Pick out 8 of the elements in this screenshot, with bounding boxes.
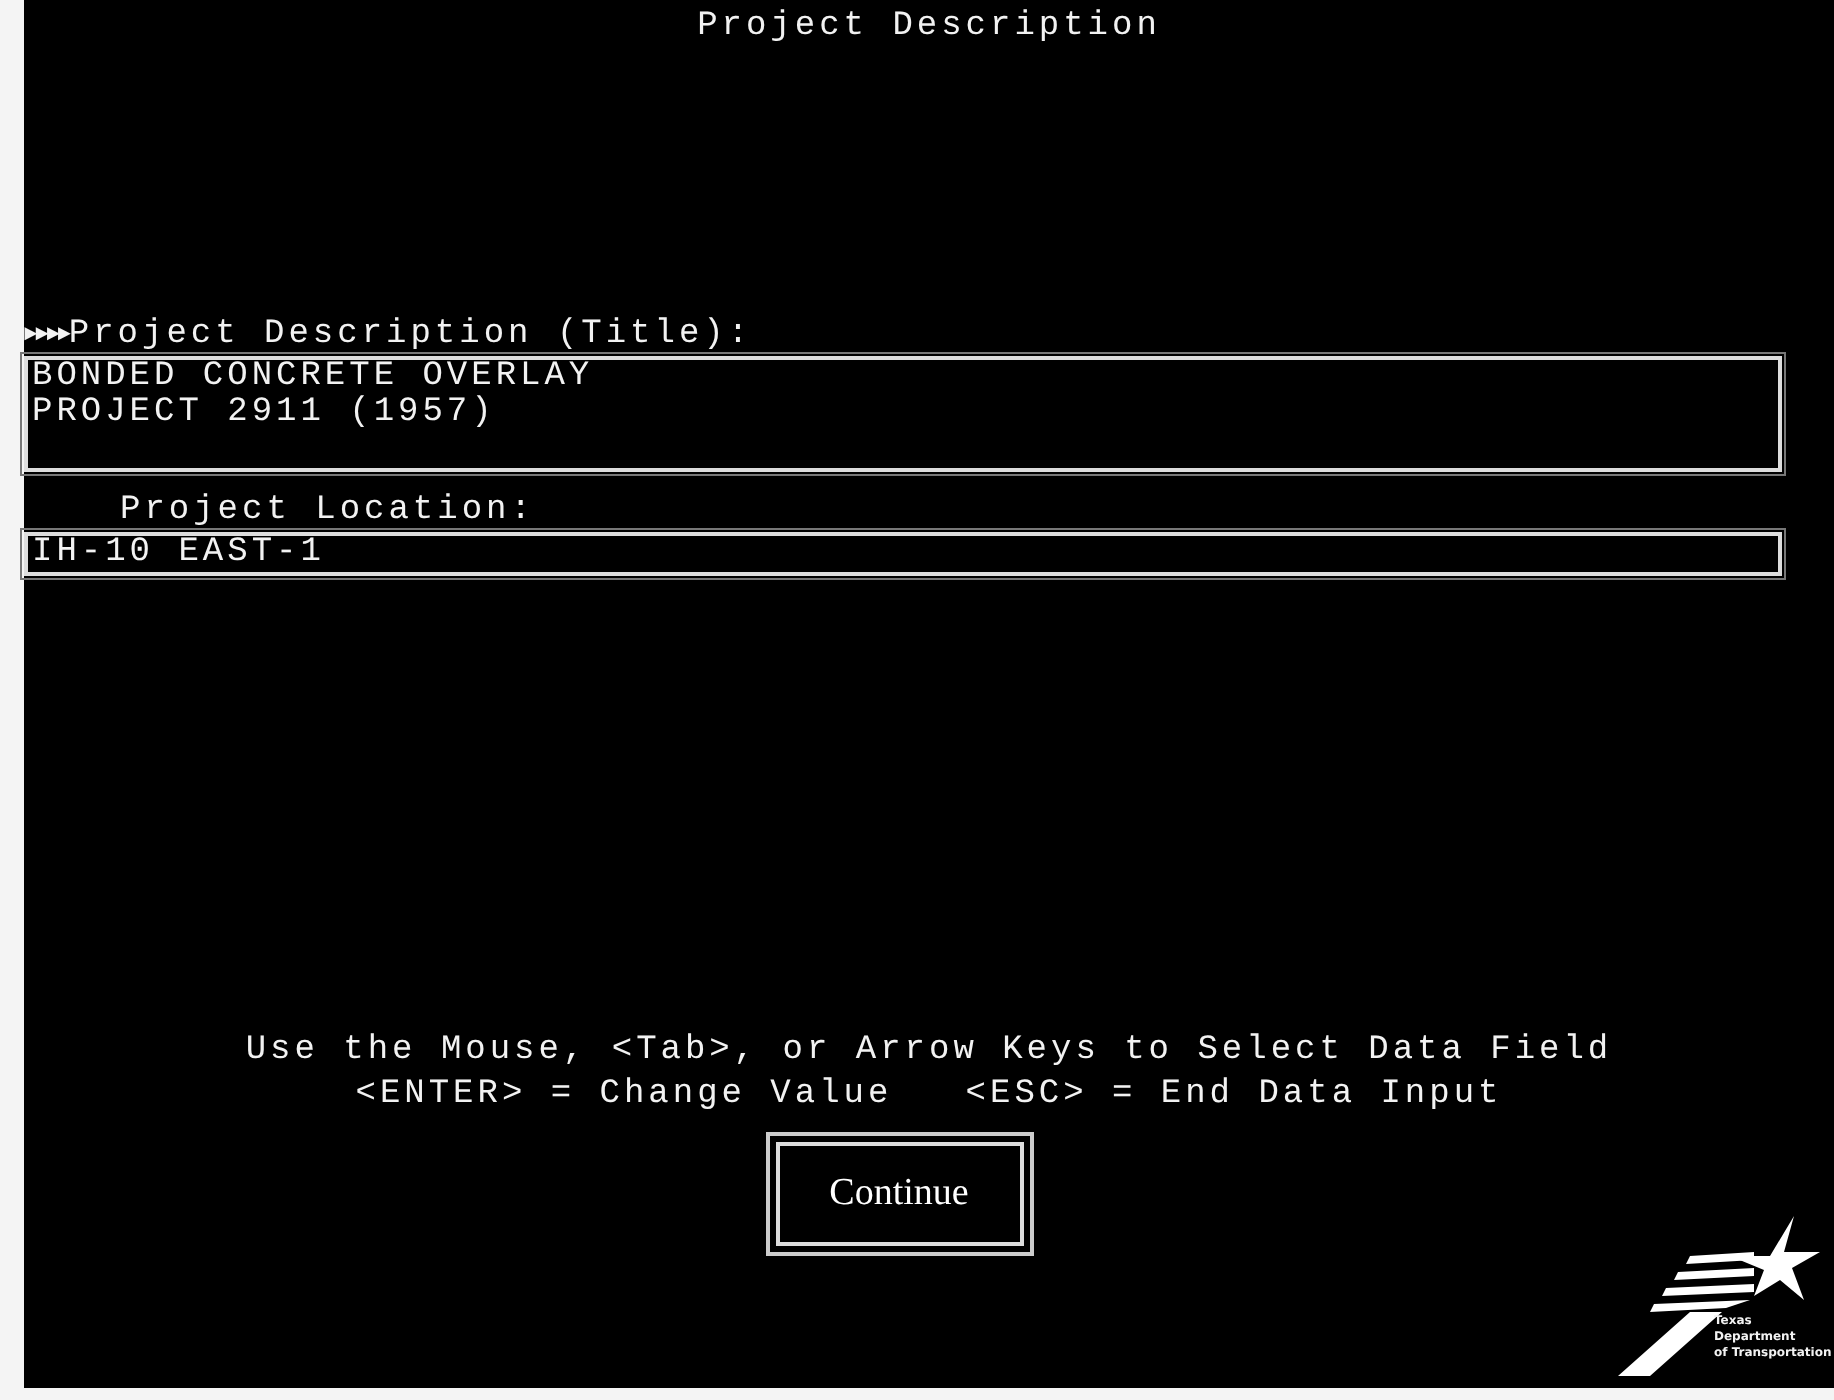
input-field[interactable]: IH-10 EAST-1: [24, 532, 1782, 576]
instruction-text: <ENTER> = Change Value <ESC> = End Data Input: [355, 1076, 1503, 1114]
field-label: Project Location:: [120, 492, 535, 532]
field-label: Project Description (Title):: [68, 316, 753, 356]
window-title: Project Description: [695, 6, 1163, 50]
input-field[interactable]: BONDED CONCRETE OVERLAY PROJECT 2911 (1957): [24, 356, 1782, 472]
instruction-text: Use the Mouse, <Tab>, or Arrow Keys to Select Data Field: [245, 1032, 1613, 1070]
focus-pointer: ►►►►: [24, 322, 69, 352]
